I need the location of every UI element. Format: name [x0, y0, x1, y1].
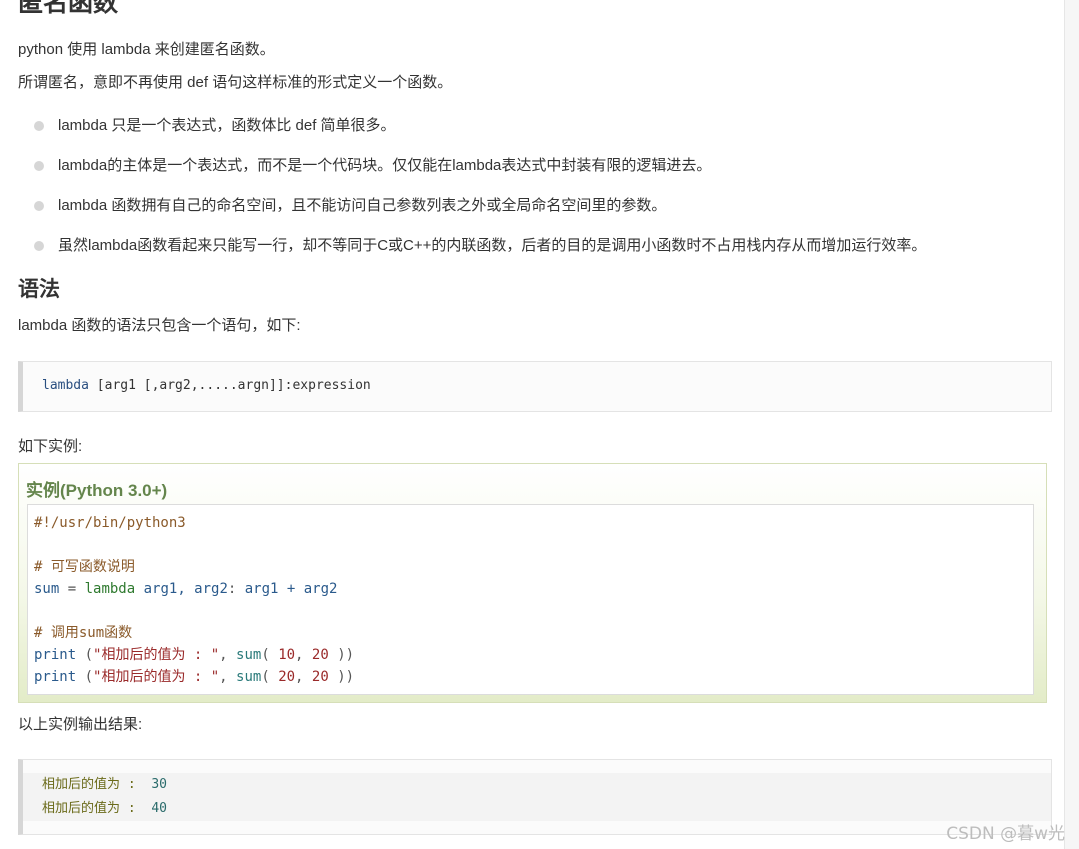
csdn-watermark: CSDN @暮w光 — [946, 824, 1065, 844]
article: 匿名函数 python 使用 lambda 来创建匿名函数。 所谓匿名，意即不再… — [0, 0, 1065, 849]
intro-paragraph-2: 所谓匿名，意即不再使用 def 语句这样标准的形式定义一个函数。 — [18, 74, 453, 91]
code-line: 相加后的值为 : 30 — [23, 773, 1051, 797]
code-line: 相加后的值为 : 40 — [23, 797, 1051, 821]
bullet-icon — [34, 241, 44, 251]
code-line: print ("相加后的值为 : ", sum( 10, 20 )) — [34, 647, 355, 663]
example-title: 实例(Python 3.0+) — [26, 481, 168, 500]
example-code-block: #!/usr/bin/python3 # 可写函数说明 sum = lambda… — [27, 504, 1034, 695]
syntax-heading: 语法 — [18, 277, 60, 301]
output-code-block: 相加后的值为 : 30 相加后的值为 : 40 — [18, 759, 1052, 835]
feature-list: lambda 只是一个表达式，函数体比 def 简单很多。 lambda的主体是… — [18, 115, 926, 275]
bullet-icon — [34, 121, 44, 131]
code-line: print ("相加后的值为 : ", sum( 20, 20 )) — [34, 669, 355, 685]
list-item: lambda 只是一个表达式，函数体比 def 简单很多。 — [18, 115, 926, 155]
code-line: # 调用sum函数 — [34, 625, 133, 641]
syntax-code-block: lambda [arg1 [,arg2,.....argn]]:expressi… — [18, 361, 1052, 412]
list-item: lambda 函数拥有自己的命名空间，且不能访问自己参数列表之外或全局命名空间里… — [18, 195, 926, 235]
code-line: #!/usr/bin/python3 — [34, 515, 186, 531]
bullet-icon — [34, 201, 44, 211]
intro-paragraph-1: python 使用 lambda 来创建匿名函数。 — [18, 41, 275, 58]
code-line: lambda [arg1 [,arg2,.....argn]]:expressi… — [42, 378, 371, 393]
syntax-description: lambda 函数的语法只包含一个语句，如下: — [18, 317, 301, 334]
example-panel: 实例(Python 3.0+) #!/usr/bin/python3 # 可写函… — [18, 463, 1047, 703]
list-item: lambda的主体是一个表达式，而不是一个代码块。仅仅能在lambda表达式中封… — [18, 155, 926, 195]
bullet-icon — [34, 161, 44, 171]
page-title: 匿名函数 — [18, 0, 119, 17]
code-line: # 可写函数说明 — [34, 559, 135, 575]
code-line: sum = lambda arg1, arg2: arg1 + arg2 — [34, 581, 338, 597]
output-lead: 以上实例输出结果: — [18, 716, 143, 733]
example-lead: 如下实例: — [18, 438, 83, 455]
list-item: 虽然lambda函数看起来只能写一行，却不等同于C或C++的内联函数，后者的目的… — [18, 235, 926, 275]
